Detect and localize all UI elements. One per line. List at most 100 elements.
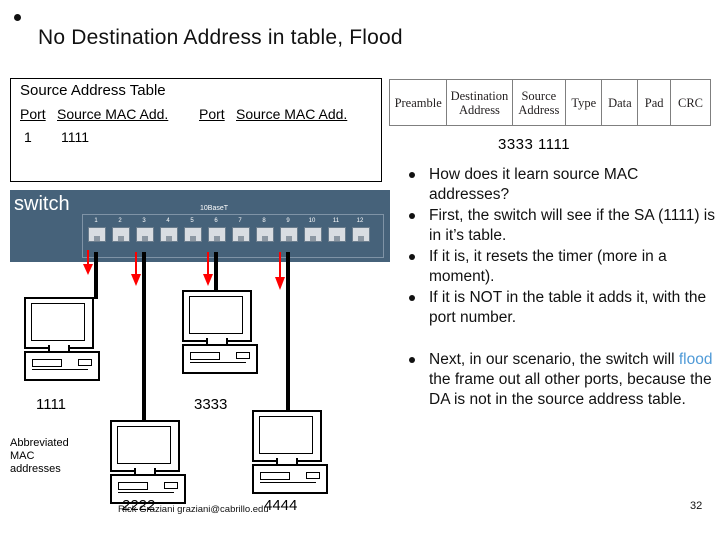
- sat-header-mac-1: Source MAC Add.: [57, 106, 169, 122]
- rj45-jack-icon: [184, 227, 202, 242]
- screen: [189, 296, 243, 334]
- rj45-jack-icon: [112, 227, 130, 242]
- sat-row-mac: 1111: [61, 129, 90, 145]
- rj45-jack-icon: [328, 227, 346, 242]
- power-button-icon: [236, 352, 250, 359]
- bullet-5-highlight: flood: [678, 351, 713, 368]
- bullet-item-2: First, the switch will see if the SA (11…: [404, 206, 716, 246]
- slide-number: 32: [690, 500, 703, 512]
- screen: [259, 416, 313, 454]
- bullet-item-1: How does it learn source MAC addresses?: [404, 165, 716, 205]
- screen: [31, 303, 85, 341]
- port-number: 3: [142, 218, 146, 224]
- frame-field-type: Type: [565, 79, 603, 126]
- red-arrow-port9-icon: [275, 252, 285, 290]
- frame-field-crc: CRC: [670, 79, 711, 126]
- frame-field-destination-address: Destination Address: [446, 79, 513, 126]
- port-number: 6: [214, 218, 218, 224]
- monitor-icon: [24, 297, 94, 349]
- rj45-jack-icon: [352, 227, 370, 242]
- rj45-jack-icon: [88, 227, 106, 242]
- bullet-item-3: If it is, it resets the timer (more in a…: [404, 247, 716, 287]
- frame-field-data: Data: [601, 79, 639, 126]
- switch-port-7[interactable]: 7: [230, 218, 250, 252]
- port-number: 4: [166, 218, 170, 224]
- switch-port-1[interactable]: 1: [86, 218, 106, 252]
- monitor-icon: [252, 410, 322, 462]
- red-arrow-port6-icon: [203, 252, 213, 286]
- sat-header-port-1: Port: [20, 106, 46, 122]
- abbrev-line-2: MAC: [10, 450, 35, 462]
- red-arrow-port1-icon: [83, 250, 93, 275]
- sat-header-mac-2: Source MAC Add.: [236, 106, 348, 122]
- computer-case-icon: [24, 351, 100, 381]
- rj45-jack-icon: [208, 227, 226, 242]
- frame-field-preamble: Preamble: [388, 79, 448, 126]
- host-label-3333: 3333: [194, 396, 228, 413]
- host-label-1111: 1111: [36, 396, 67, 413]
- drive-slot: [190, 352, 220, 360]
- port-number: 8: [262, 218, 266, 224]
- ethernet-frame-diagram: Preamble Destination Address Source Addr…: [388, 79, 711, 126]
- sat-row-port: 1: [24, 129, 32, 145]
- port-number: 10: [308, 218, 316, 224]
- port-number: 7: [238, 218, 242, 224]
- port-number: 11: [332, 218, 340, 224]
- drive-slot: [118, 482, 148, 490]
- bullet-list: How does it learn source MAC addresses? …: [404, 165, 716, 411]
- computer-case-icon: [252, 464, 328, 494]
- case-divider: [32, 369, 88, 370]
- switch-port-5[interactable]: 5: [182, 218, 202, 252]
- port-number: 5: [190, 218, 194, 224]
- drive-slot: [32, 359, 62, 367]
- switch-port-2[interactable]: 2: [110, 218, 130, 252]
- frame-address-values: 3333 1111: [498, 136, 571, 153]
- bullet-5-pre: Next, in our scenario, the switch will: [429, 351, 679, 368]
- switch-interface-label: 10BaseT: [200, 205, 229, 212]
- bullet-5-post: the frame out all other ports, because t…: [429, 371, 712, 408]
- port-number: 9: [286, 218, 290, 224]
- drive-slot: [260, 472, 290, 480]
- port-number: 1: [94, 218, 98, 224]
- source-address-table-title: Source Address Table: [20, 82, 166, 99]
- power-button-icon: [306, 472, 320, 479]
- bullet-item-5: Next, in our scenario, the switch will f…: [404, 350, 716, 410]
- rj45-jack-icon: [136, 227, 154, 242]
- sat-header-port-2: Port: [199, 106, 225, 122]
- abbrev-line-1: Abbreviated: [10, 437, 69, 449]
- switch-port-3[interactable]: 3: [134, 218, 154, 252]
- case-divider: [118, 492, 174, 493]
- monitor-icon: [110, 420, 180, 472]
- red-arrow-port3-icon: [131, 252, 141, 286]
- monitor-icon: [182, 290, 252, 342]
- rj45-jack-icon: [304, 227, 322, 242]
- abbreviated-mac-note: Abbreviated MAC addresses: [10, 437, 69, 476]
- page-title: No Destination Address in table, Flood: [38, 26, 403, 49]
- screen: [117, 426, 171, 464]
- rj45-jack-icon: [160, 227, 178, 242]
- host-label-4444: 4444: [264, 497, 298, 514]
- switch-port-6[interactable]: 6: [206, 218, 226, 252]
- bullet-item-4: If it is NOT in the table it adds it, wi…: [404, 288, 716, 328]
- port-number: 12: [356, 218, 364, 224]
- rj45-jack-icon: [256, 227, 274, 242]
- frame-field-source-address: Source Address: [511, 79, 567, 126]
- frame-field-pad: Pad: [637, 79, 672, 126]
- power-button-icon: [164, 482, 178, 489]
- rj45-jack-icon: [280, 227, 298, 242]
- case-divider: [190, 362, 246, 363]
- footer-credit: Rick Graziani graziani@cabrillo.edu: [118, 504, 269, 515]
- switch-port-8[interactable]: 8: [254, 218, 274, 252]
- title-bullet-icon: [14, 14, 21, 21]
- abbrev-line-3: addresses: [10, 463, 61, 475]
- switch-port-11[interactable]: 11: [326, 218, 346, 252]
- switch-label: switch: [14, 193, 70, 215]
- port-number: 2: [118, 218, 122, 224]
- switch-port-12[interactable]: 12: [350, 218, 370, 252]
- switch-port-4[interactable]: 4: [158, 218, 178, 252]
- power-button-icon: [78, 359, 92, 366]
- switch-port-9[interactable]: 9: [278, 218, 298, 252]
- rj45-jack-icon: [232, 227, 250, 242]
- switch-port-10[interactable]: 10: [302, 218, 322, 252]
- computer-case-icon: [182, 344, 258, 374]
